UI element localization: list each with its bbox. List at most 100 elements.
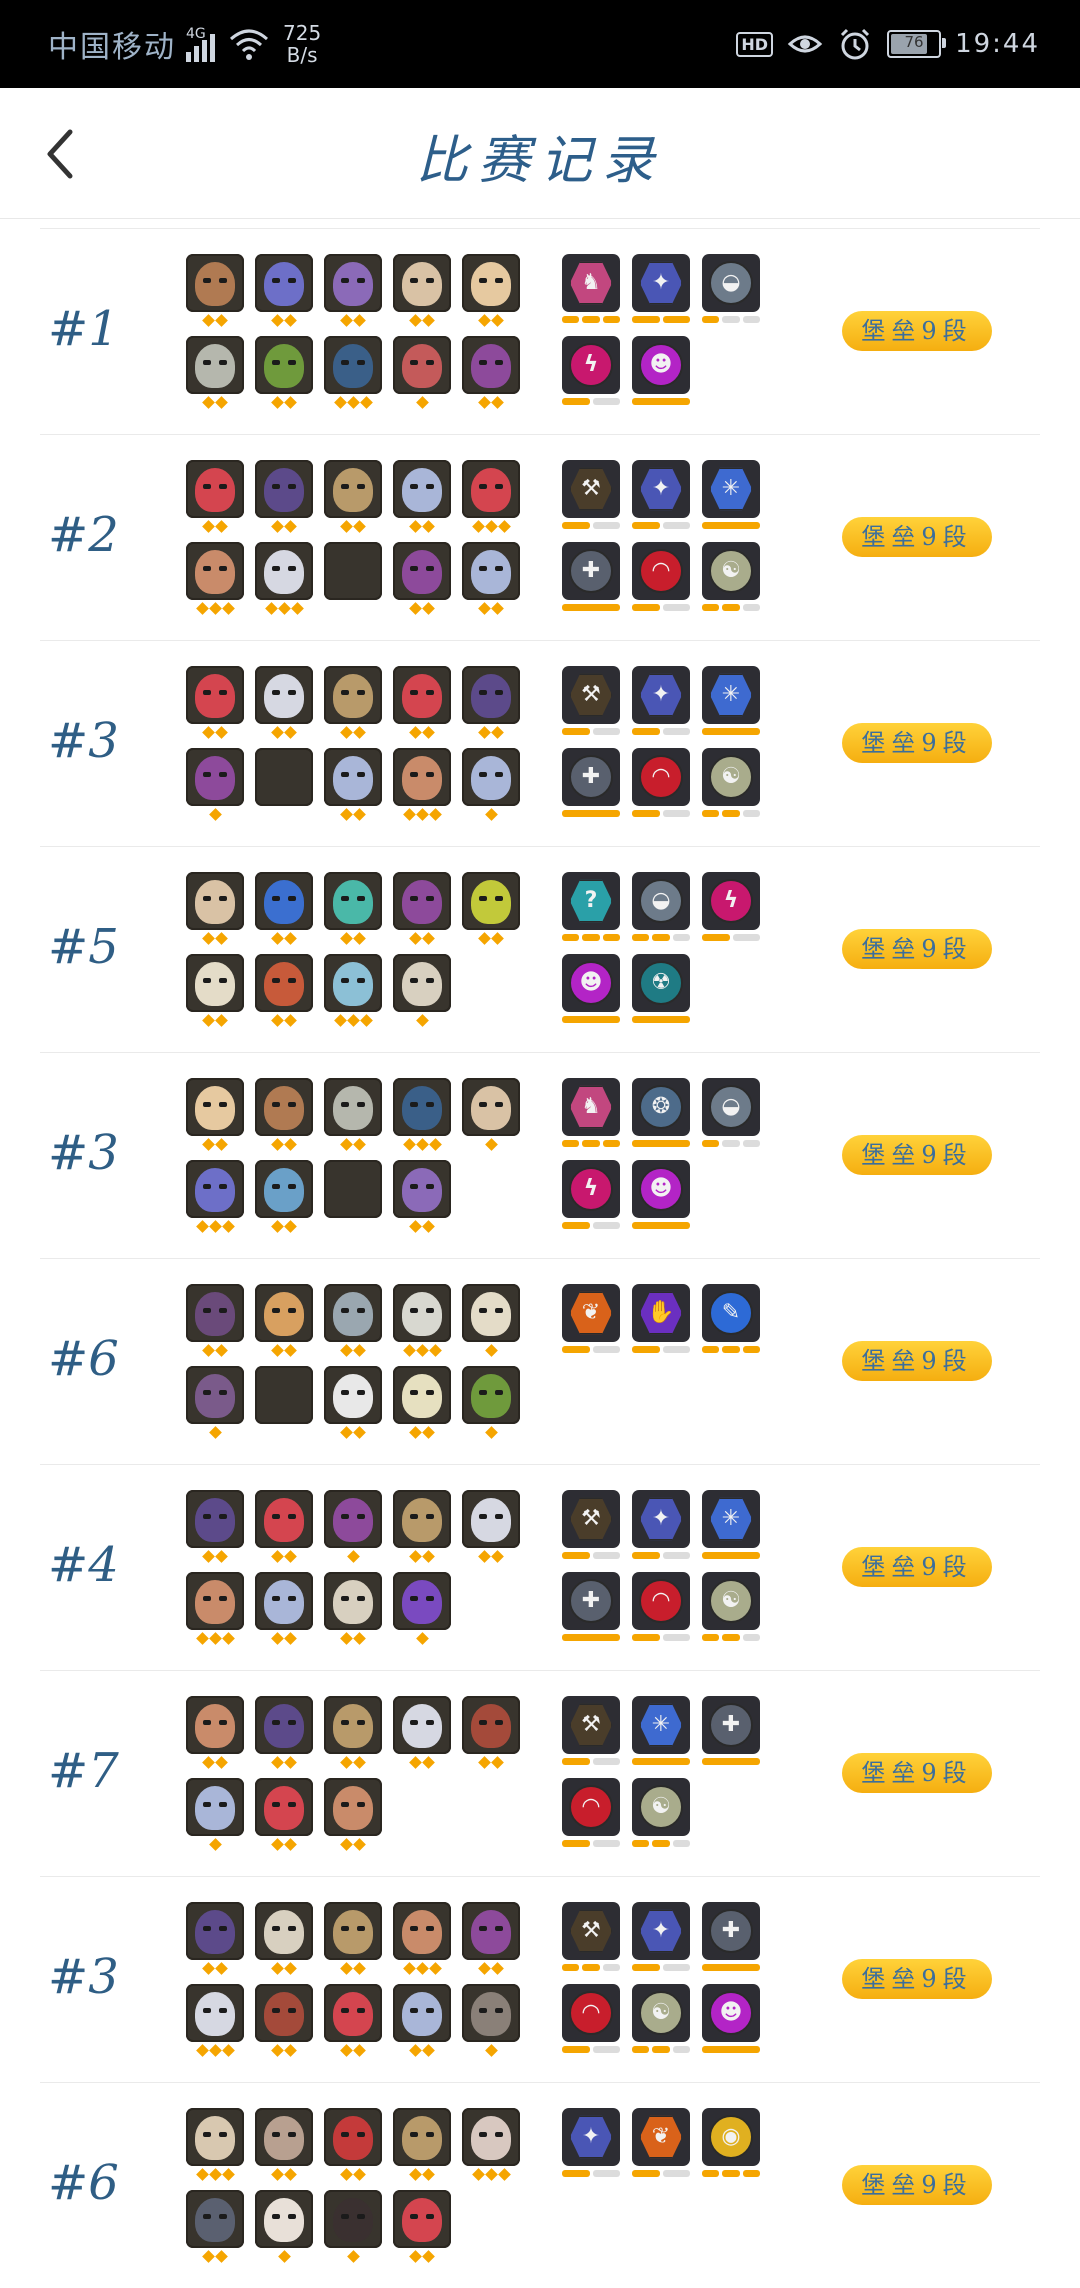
synergy[interactable]: ☯ [702, 542, 760, 611]
hero-unit[interactable] [324, 1902, 382, 1975]
hero-unit[interactable] [393, 1160, 451, 1233]
hero-unit[interactable] [186, 336, 244, 409]
hero-unit[interactable] [255, 1778, 313, 1851]
hero-unit[interactable] [255, 1160, 313, 1233]
synergy[interactable]: ✳ [702, 1490, 760, 1559]
hero-unit[interactable] [324, 1366, 382, 1439]
hero-unit[interactable] [255, 954, 313, 1027]
synergy[interactable]: ✳ [702, 666, 760, 735]
synergy[interactable]: ✋ [632, 1284, 690, 1353]
hero-unit[interactable] [186, 1778, 244, 1851]
hero-unit[interactable] [324, 1490, 382, 1563]
hero-unit[interactable] [324, 748, 382, 821]
hero-unit[interactable] [255, 336, 313, 409]
synergy[interactable]: ☻ [632, 1160, 690, 1229]
match-record[interactable]: #3 ⚒ ✦ ✚ ◠ ☯ ☻ 堡垒9段 [40, 1876, 1040, 2082]
hero-unit[interactable] [462, 2108, 520, 2181]
hero-unit[interactable] [324, 460, 382, 533]
hero-unit[interactable] [186, 1284, 244, 1357]
hero-unit[interactable] [255, 2190, 313, 2263]
synergy[interactable]: ☯ [632, 1778, 690, 1847]
synergy[interactable]: ϟ [562, 1160, 620, 1229]
match-record[interactable]: #7 ⚒ ✳ ✚ ◠ ☯ 堡垒9段 [40, 1670, 1040, 1876]
synergy[interactable]: ☯ [632, 1984, 690, 2053]
hero-unit[interactable] [462, 542, 520, 615]
hero-unit[interactable] [393, 1902, 451, 1975]
hero-unit[interactable] [393, 336, 451, 409]
hero-unit[interactable] [393, 1490, 451, 1563]
hero-unit[interactable] [324, 336, 382, 409]
hero-unit[interactable] [462, 1984, 520, 2057]
synergy[interactable]: ◠ [562, 1984, 620, 2053]
hero-unit[interactable] [255, 1696, 313, 1769]
hero-unit[interactable] [255, 1366, 313, 1424]
synergy[interactable]: ❦ [632, 2108, 690, 2177]
hero-unit[interactable] [324, 2190, 382, 2263]
tier-badge[interactable]: 堡垒9段 [842, 929, 992, 969]
hero-unit[interactable] [462, 254, 520, 327]
hero-unit[interactable] [324, 254, 382, 327]
synergy[interactable]: ☯ [702, 1572, 760, 1641]
hero-unit[interactable] [255, 542, 313, 615]
hero-unit[interactable] [255, 872, 313, 945]
hero-unit[interactable] [393, 872, 451, 945]
hero-unit[interactable] [186, 666, 244, 739]
synergy[interactable]: ⚒ [562, 1490, 620, 1559]
match-record[interactable]: #3 ♞ ❂ ◒ ϟ ☻ 堡垒9段 [40, 1052, 1040, 1258]
hero-unit[interactable] [186, 954, 244, 1027]
synergy[interactable]: ✚ [562, 1572, 620, 1641]
hero-unit[interactable] [186, 2108, 244, 2181]
hero-unit[interactable] [462, 1902, 520, 1975]
hero-unit[interactable] [393, 2190, 451, 2263]
synergy[interactable]: ❂ [632, 1078, 690, 1147]
hero-unit[interactable] [324, 1572, 382, 1645]
synergy[interactable]: ✚ [702, 1902, 760, 1971]
hero-unit[interactable] [462, 872, 520, 945]
synergy[interactable]: ✚ [702, 1696, 760, 1765]
hero-unit[interactable] [255, 1984, 313, 2057]
match-record[interactable]: #1 ♞ ✦ ◒ ϟ ☻ 堡垒9段 [40, 228, 1040, 434]
hero-unit[interactable] [393, 1078, 451, 1151]
hero-unit[interactable] [186, 1984, 244, 2057]
synergy[interactable]: ◠ [632, 542, 690, 611]
hero-unit[interactable] [324, 2108, 382, 2181]
synergy[interactable]: ◠ [562, 1778, 620, 1847]
tier-badge[interactable]: 堡垒9段 [842, 1753, 992, 1793]
synergy[interactable]: ◒ [702, 254, 760, 323]
hero-unit[interactable] [324, 954, 382, 1027]
synergy[interactable]: ✳ [632, 1696, 690, 1765]
synergy[interactable]: ✦ [632, 1490, 690, 1559]
hero-unit[interactable] [393, 954, 451, 1027]
hero-unit[interactable] [393, 1984, 451, 2057]
hero-unit[interactable] [186, 1902, 244, 1975]
synergy[interactable]: ⚒ [562, 1902, 620, 1971]
hero-unit[interactable] [462, 748, 520, 821]
match-record[interactable]: #6 ❦ ✋ ✎ 堡垒9段 [40, 1258, 1040, 1464]
tier-badge[interactable]: 堡垒9段 [842, 1547, 992, 1587]
hero-unit[interactable] [462, 460, 520, 533]
match-record[interactable]: #2 ⚒ ✦ ✳ ✚ ◠ ☯ 堡垒9段 [40, 434, 1040, 640]
hero-unit[interactable] [255, 254, 313, 327]
hero-unit[interactable] [324, 542, 382, 600]
hero-unit[interactable] [462, 666, 520, 739]
hero-unit[interactable] [255, 748, 313, 806]
hero-unit[interactable] [324, 1778, 382, 1851]
synergy[interactable]: ? [562, 872, 620, 941]
synergy[interactable]: ☢ [632, 954, 690, 1023]
synergy[interactable]: ✚ [562, 542, 620, 611]
hero-unit[interactable] [393, 1366, 451, 1439]
synergy[interactable]: ϟ [562, 336, 620, 405]
match-record[interactable]: #3 ⚒ ✦ ✳ ✚ ◠ ☯ 堡垒9段 [40, 640, 1040, 846]
tier-badge[interactable]: 堡垒9段 [842, 2165, 992, 2205]
hero-unit[interactable] [393, 254, 451, 327]
hero-unit[interactable] [462, 1284, 520, 1357]
hero-unit[interactable] [393, 666, 451, 739]
synergy[interactable]: ⚒ [562, 460, 620, 529]
hero-unit[interactable] [186, 2190, 244, 2263]
hero-unit[interactable] [186, 1490, 244, 1563]
hero-unit[interactable] [393, 2108, 451, 2181]
tier-badge[interactable]: 堡垒9段 [842, 311, 992, 351]
synergy[interactable]: ✎ [702, 1284, 760, 1353]
hero-unit[interactable] [393, 1284, 451, 1357]
hero-unit[interactable] [186, 872, 244, 945]
